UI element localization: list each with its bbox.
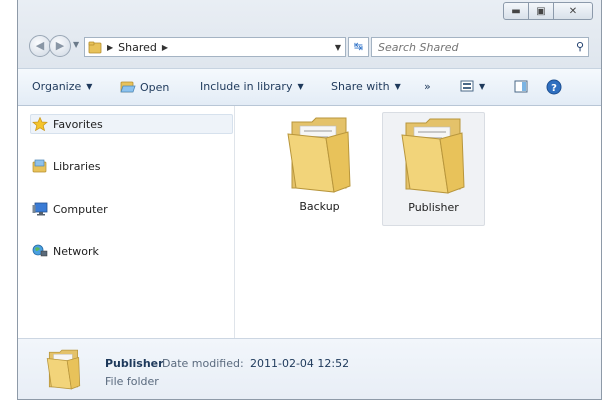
sidebar-item-label: Network xyxy=(53,244,99,258)
file-list: Backup Publisher xyxy=(235,106,601,338)
organize-label: Organize xyxy=(32,80,82,93)
large-folder-icon xyxy=(286,117,351,193)
close-button[interactable]: ✕ xyxy=(553,2,593,20)
details-folder-icon xyxy=(46,349,81,390)
search-box[interactable]: ⚲ xyxy=(371,37,589,57)
computer-icon xyxy=(32,202,48,216)
open-button[interactable]: Open xyxy=(120,80,169,94)
minimize-button[interactable]: ▬ xyxy=(503,2,529,20)
include-in-library-button[interactable]: Include in library ▼ xyxy=(200,80,304,93)
folder-name: Backup xyxy=(299,200,340,213)
network-icon xyxy=(32,244,48,257)
refresh-icon: ↹ xyxy=(353,40,364,53)
minimize-icon: ▬ xyxy=(511,5,521,17)
chevron-down-icon: ▼ xyxy=(297,82,304,91)
share-with-button[interactable]: Share with ▼ xyxy=(331,80,401,93)
command-bar: Organize ▼ Open Include in library ▼ Share… xyxy=(18,68,601,106)
sidebar-item-computer[interactable]: Computer xyxy=(32,202,108,216)
libraries-icon xyxy=(32,159,47,173)
search-icon[interactable]: ⚲ xyxy=(576,40,584,53)
sidebar-item-network[interactable]: Network xyxy=(32,244,99,258)
maximize-icon: ▣ xyxy=(536,5,546,17)
open-label: Open xyxy=(140,80,170,94)
maximize-button[interactable]: ▣ xyxy=(528,2,554,20)
organize-button[interactable]: Organize ▼ xyxy=(32,80,92,93)
sidebar-item-libraries[interactable]: Libraries xyxy=(32,159,101,173)
back-arrow-icon: ◀ xyxy=(35,39,45,52)
explorer-window: ▬ ▣ ✕ ◀ ▶ ▼ ▶ Shared ▶ ▼ ↹ ⚲ xyxy=(17,0,602,400)
back-button[interactable]: ◀ xyxy=(29,35,51,57)
change-view-button[interactable]: ▼ xyxy=(460,80,485,92)
recent-pages-dropdown[interactable]: ▼ xyxy=(73,40,79,49)
address-dropdown-icon[interactable]: ▼ xyxy=(335,43,341,52)
breadcrumb-separator-icon[interactable]: ▶ xyxy=(162,43,168,52)
preview-pane-button[interactable] xyxy=(514,80,528,93)
folder-item-backup[interactable]: Backup xyxy=(268,112,371,226)
chevron-down-icon: ▼ xyxy=(86,82,93,91)
folder-icon xyxy=(88,41,102,54)
search-input[interactable] xyxy=(372,38,558,56)
breadcrumb-separator-icon[interactable]: ▶ xyxy=(107,43,113,52)
chevron-down-icon: ▼ xyxy=(394,82,401,91)
sidebar-item-favorites[interactable]: Favorites xyxy=(32,117,103,131)
include-in-library-label: Include in library xyxy=(200,80,293,93)
breadcrumb-shared[interactable]: Shared xyxy=(118,41,157,54)
details-modified-value: 2011-02-04 12:52 xyxy=(250,357,350,370)
large-folder-icon xyxy=(400,118,465,194)
address-bar[interactable]: ▶ Shared ▶ ▼ xyxy=(84,37,346,57)
help-button[interactable]: ? xyxy=(546,79,562,95)
sidebar-item-label: Libraries xyxy=(53,159,101,173)
folder-item-publisher[interactable]: Publisher xyxy=(382,112,485,226)
window-frame: ▬ ▣ ✕ ◀ ▶ ▼ ▶ Shared ▶ ▼ ↹ ⚲ xyxy=(18,0,601,68)
more-commands-button[interactable]: » xyxy=(424,80,431,93)
open-folder-icon xyxy=(120,81,136,93)
close-icon: ✕ xyxy=(568,5,578,17)
navigation-pane: Favorites Libraries Computer Network xyxy=(18,106,235,338)
folder-name: Publisher xyxy=(408,201,459,214)
help-icon: ? xyxy=(546,79,562,95)
svg-text:?: ? xyxy=(551,83,557,94)
star-icon xyxy=(32,117,48,131)
more-label: » xyxy=(424,80,431,93)
chevron-down-icon[interactable]: ▼ xyxy=(479,82,485,91)
details-modified-label: Date modified: xyxy=(162,357,244,370)
caption-buttons: ▬ ▣ ✕ xyxy=(503,2,593,20)
forward-arrow-icon: ▶ xyxy=(55,39,65,52)
refresh-button[interactable]: ↹ xyxy=(348,37,369,57)
sidebar-item-label: Computer xyxy=(53,202,108,216)
share-with-label: Share with xyxy=(331,80,390,93)
forward-button[interactable]: ▶ xyxy=(49,35,71,57)
details-file-type: File folder xyxy=(105,375,159,388)
navigation-bar: ◀ ▶ ▼ ▶ Shared ▶ ▼ ↹ ⚲ xyxy=(18,33,601,59)
preview-pane-icon xyxy=(514,80,528,93)
details-file-name: Publisher xyxy=(105,357,164,370)
sidebar-item-label: Favorites xyxy=(53,117,103,131)
details-pane: Publisher Date modified: 2011-02-04 12:5… xyxy=(18,338,601,399)
view-icon xyxy=(460,80,474,92)
